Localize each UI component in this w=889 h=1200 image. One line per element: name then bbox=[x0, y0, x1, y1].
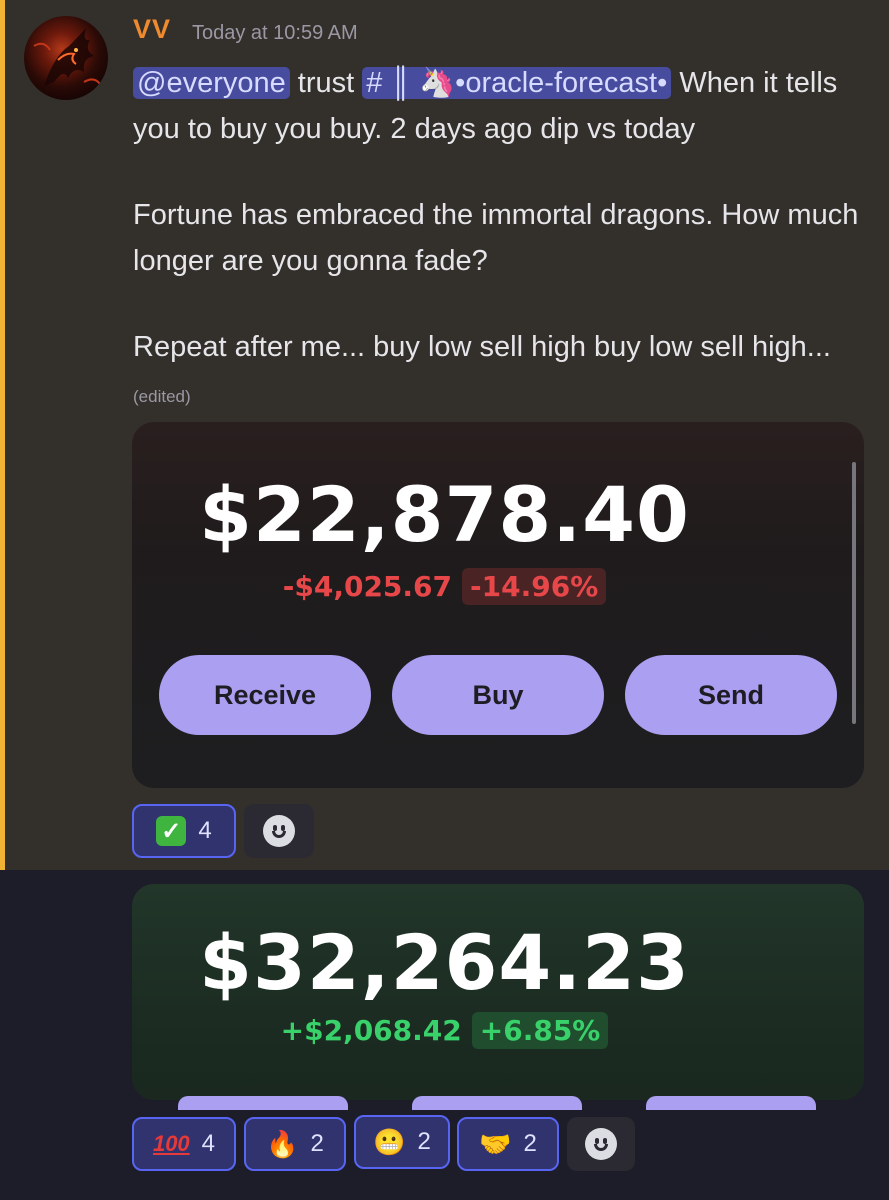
grimace-face-icon: 😬 bbox=[373, 1127, 406, 1157]
message-paragraph-2: Fortune has embraced the immortal dragon… bbox=[133, 199, 859, 277]
buy-button[interactable]: Buy bbox=[392, 655, 604, 735]
wallet-change-amount-2: +$2,068.42 bbox=[280, 1014, 462, 1047]
message-timestamp: Today at 10:59 AM bbox=[192, 22, 358, 44]
message-line-1: @everyone trust # ║ 🦄•oracle-forecast• W… bbox=[133, 60, 863, 152]
add-reaction-button-2[interactable] bbox=[567, 1117, 635, 1171]
reaction-count: 4 bbox=[201, 1130, 216, 1157]
fire-icon: 🔥 bbox=[266, 1129, 299, 1159]
wallet-change-row-1: -$4,025.67 -14.96% bbox=[0, 568, 889, 605]
reaction-fire[interactable]: 🔥 2 bbox=[244, 1117, 346, 1171]
card-scrollbar[interactable] bbox=[852, 462, 856, 724]
reaction-hundred[interactable]: 100 4 bbox=[132, 1117, 236, 1171]
message-paragraph-3: Repeat after me... buy low sell high buy… bbox=[133, 324, 863, 420]
wallet-change-percent-2: +6.85% bbox=[471, 1012, 609, 1049]
channel-link-oracle-forecast[interactable]: # ║ 🦄•oracle-forecast• bbox=[362, 67, 672, 99]
reaction-count: 4 bbox=[198, 817, 212, 844]
reaction-grimace[interactable]: 😬 2 bbox=[354, 1115, 450, 1169]
wallet-balance-2: $32,264.23 bbox=[199, 918, 690, 1007]
handshake-icon: 🤝 bbox=[479, 1129, 512, 1159]
add-reaction-button[interactable] bbox=[244, 804, 314, 858]
reaction-handshake[interactable]: 🤝 2 bbox=[457, 1117, 559, 1171]
reaction-count: 2 bbox=[523, 1130, 537, 1157]
wallet-change-amount-1: -$4,025.67 bbox=[282, 570, 453, 603]
message-text-trust: trust bbox=[289, 67, 363, 99]
wallet-change-row-2: +$2,068.42 +6.85% bbox=[0, 1012, 889, 1049]
edited-label: (edited) bbox=[133, 387, 191, 406]
reaction-count: 2 bbox=[417, 1128, 431, 1155]
wallet-balance-1: $22,878.40 bbox=[199, 470, 690, 559]
smiley-icon bbox=[585, 1128, 617, 1160]
reaction-count: 2 bbox=[310, 1130, 324, 1157]
dragon-avatar-icon bbox=[33, 28, 101, 86]
hundred-points-icon: 100 bbox=[152, 1131, 190, 1156]
cropped-button-left bbox=[178, 1096, 348, 1110]
smiley-icon bbox=[263, 815, 295, 847]
reaction-check[interactable]: ✓ 4 bbox=[132, 804, 236, 858]
send-button[interactable]: Send bbox=[625, 655, 837, 735]
user-avatar[interactable] bbox=[24, 16, 108, 100]
receive-button[interactable]: Receive bbox=[159, 655, 371, 735]
message-text-repeat: Repeat after me... buy low sell high buy… bbox=[133, 331, 831, 363]
cropped-button-right bbox=[646, 1096, 816, 1110]
everyone-mention[interactable]: @everyone bbox=[133, 67, 290, 99]
message-content: @everyone trust # ║ 🦄•oracle-forecast• W… bbox=[133, 60, 863, 420]
cropped-button-middle bbox=[412, 1096, 582, 1110]
message-author[interactable]: VV bbox=[133, 14, 171, 45]
mention-highlight-bar bbox=[0, 0, 5, 870]
check-mark-button-icon: ✓ bbox=[156, 816, 187, 846]
wallet-change-percent-1: -14.96% bbox=[462, 568, 607, 605]
